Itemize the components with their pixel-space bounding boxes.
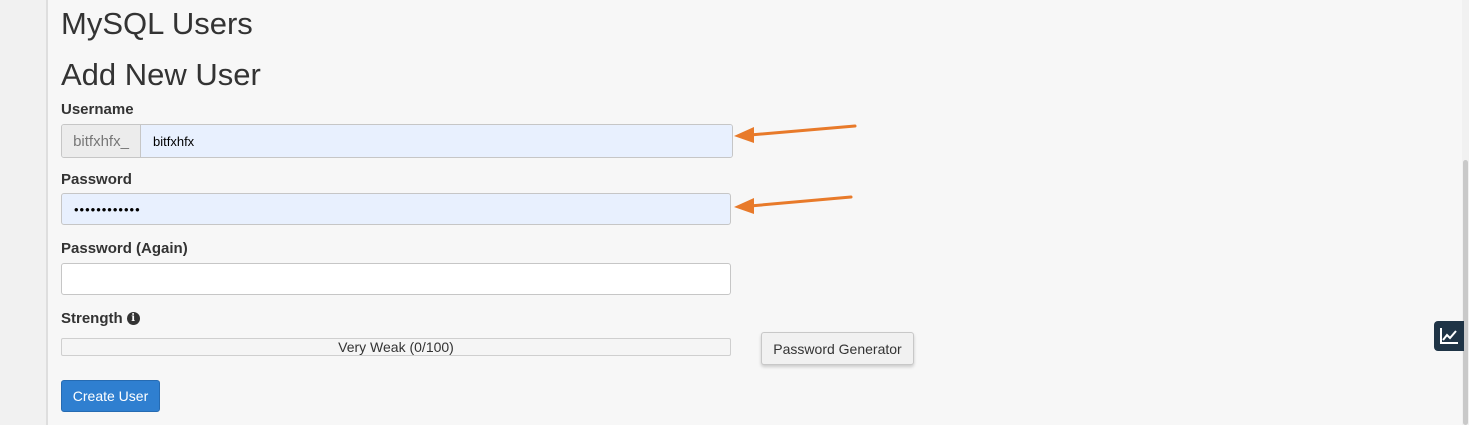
scrollbar-thumb[interactable] — [1463, 160, 1468, 425]
username-label: Username — [61, 101, 134, 118]
page-title: MySQL Users — [61, 6, 253, 41]
password-generator-button[interactable]: Password Generator — [761, 332, 914, 365]
password-label: Password — [61, 171, 132, 188]
password-again-input[interactable] — [61, 263, 731, 295]
strength-label-row: Strength i — [61, 310, 140, 327]
username-input-group: bitfxhfx_ — [61, 124, 733, 158]
annotation-arrow-username — [734, 124, 857, 143]
section-title: Add New User — [61, 57, 261, 92]
username-prefix: bitfxhfx_ — [62, 125, 141, 157]
line-chart-icon — [1440, 328, 1458, 344]
stats-button[interactable] — [1434, 321, 1464, 351]
password-input[interactable] — [61, 193, 731, 225]
info-icon[interactable]: i — [126, 312, 140, 325]
annotation-arrow-password — [734, 195, 853, 214]
password-again-label: Password (Again) — [61, 240, 188, 257]
create-user-button[interactable]: Create User — [61, 380, 160, 412]
strength-meter: Very Weak (0/100) — [61, 338, 731, 356]
strength-text: Very Weak (0/100) — [338, 339, 454, 355]
username-input[interactable] — [141, 125, 732, 157]
left-sidebar-edge — [0, 0, 48, 425]
strength-label: Strength — [61, 310, 123, 327]
